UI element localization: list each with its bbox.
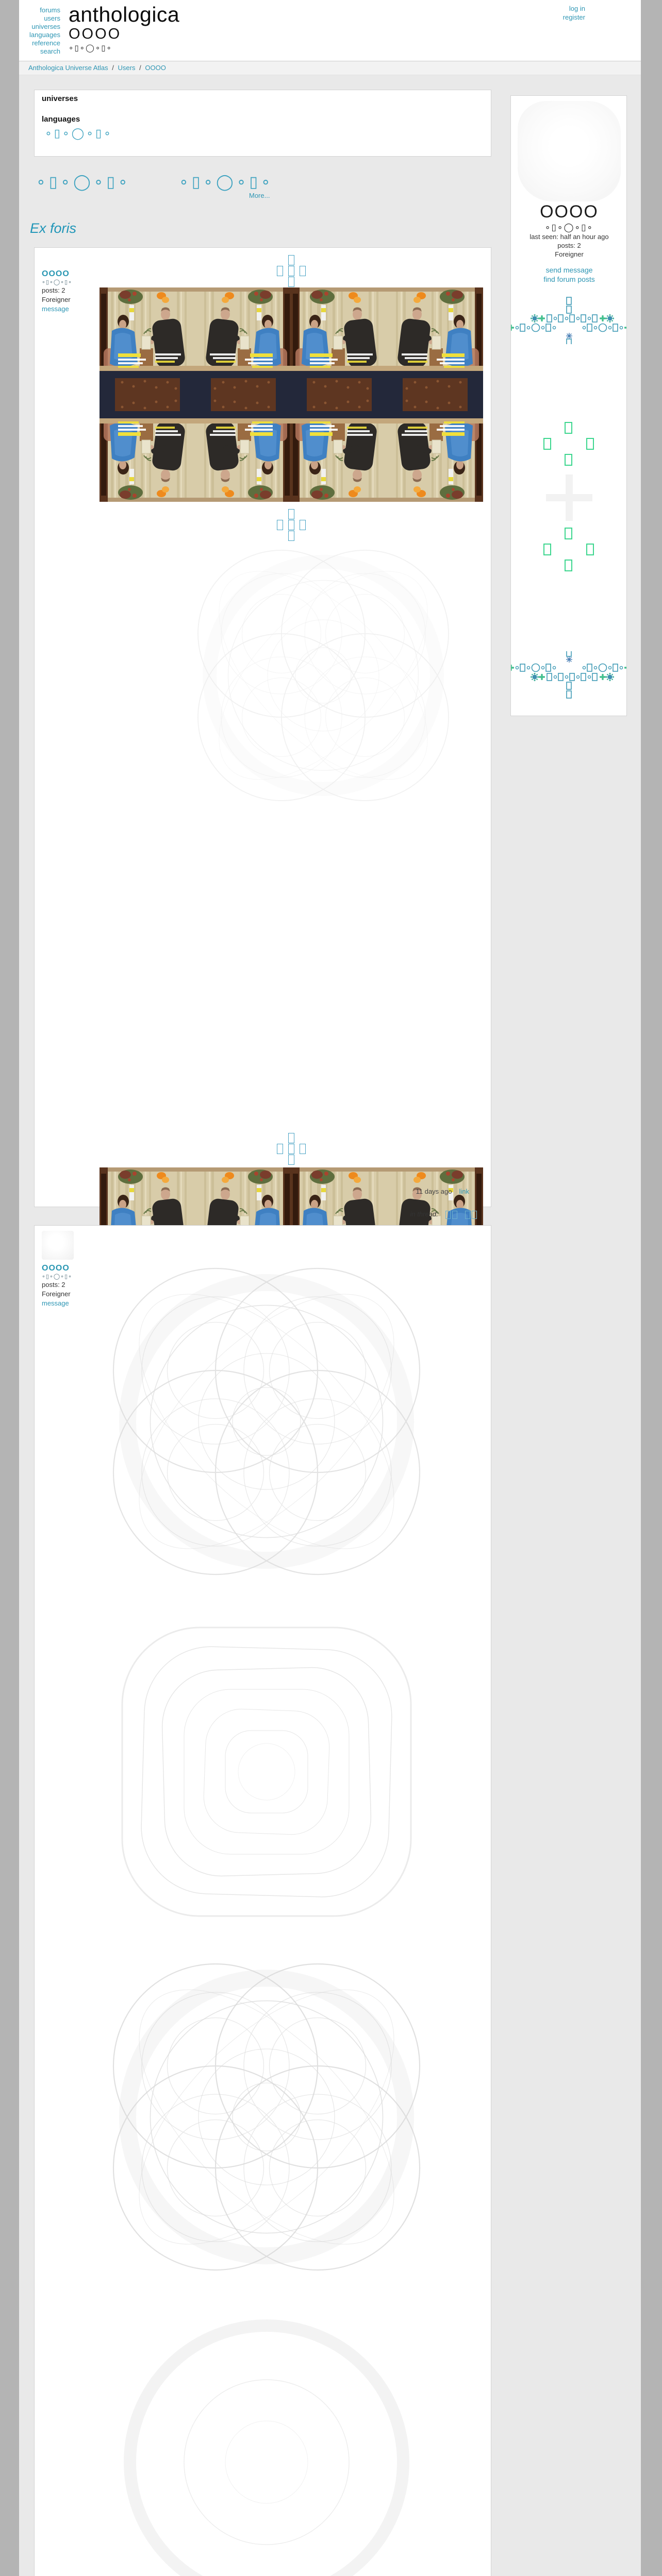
sidebar-last-seen: last seen: half an hour ago	[529, 233, 609, 241]
send-message-link[interactable]: send message	[511, 266, 626, 274]
ex-foris-post-panel: OOOO ∘▯∘◯∘▯∘ posts: 2 Foreigner message	[34, 247, 491, 1420]
site-logo[interactable]: anthologica OOOO ∘▯∘◯∘▯∘	[69, 3, 179, 53]
work-glyph-link-left[interactable]: ∘▯∘◯∘▯∘	[36, 173, 131, 191]
faint-fractal-image	[112, 2308, 421, 2576]
main-nav: forums users universes languages referen…	[19, 6, 60, 56]
author-name-link[interactable]: OOOO	[42, 269, 98, 279]
site-header: forums users universes languages referen…	[19, 0, 641, 61]
script-quincunx	[276, 1133, 306, 1165]
author-message-link[interactable]: message	[42, 1299, 98, 1308]
post-meta-row: 11 days ago link	[416, 1188, 469, 1195]
auth-links: log in register	[563, 4, 585, 22]
author-name-link[interactable]: OOOO	[42, 1264, 98, 1273]
author-post-count: posts: 2	[42, 286, 65, 294]
sidebar-rank: Foreigner	[555, 250, 584, 258]
languages-heading: languages	[42, 115, 80, 124]
breadcrumb-separator: /	[139, 64, 141, 72]
faint-fractal-image	[96, 1251, 437, 1591]
user-sidebar: OOOO ∘▯∘◯∘▯∘ last seen: half an hour ago…	[510, 95, 627, 716]
breadcrumb-user-link[interactable]: OOOO	[145, 64, 166, 72]
breadcrumb-separator: /	[112, 64, 114, 72]
author-avatar	[42, 1231, 74, 1260]
register-link[interactable]: register	[563, 13, 585, 22]
sidebar-post-count: posts: 2	[557, 242, 581, 249]
content-wrapper: forums users universes languages referen…	[19, 0, 641, 2576]
breadcrumb-site-link[interactable]: Anthologica Universe Atlas	[28, 64, 108, 72]
post-author-block: OOOO ∘▯∘◯∘▯∘ posts: 2 Foreigner message	[42, 1231, 98, 1308]
green-script-pattern	[541, 422, 598, 466]
script-ornament-top	[511, 297, 626, 344]
sidebar-user-glyphs: ∘▯∘◯∘▯∘	[544, 223, 594, 233]
script-ornament-bottom	[511, 651, 626, 699]
nav-item-universes[interactable]: universes	[19, 23, 60, 31]
nav-item-reference[interactable]: reference	[19, 39, 60, 47]
post-author-block: OOOO ∘▯∘◯∘▯∘ posts: 2 Foreigner message	[42, 269, 98, 314]
author-message-link[interactable]: message	[42, 304, 98, 314]
logo-wordmark[interactable]: anthologica	[69, 3, 179, 26]
breadcrumb: Anthologica Universe Atlas / Users / OOO…	[19, 61, 641, 75]
breadcrumb-users-link[interactable]: Users	[118, 64, 136, 72]
nav-item-search[interactable]: search	[19, 47, 60, 56]
user-avatar	[518, 101, 621, 201]
post-timestamp: 11 days ago	[416, 1188, 452, 1195]
profile-lists-panel: universes languages ∘▯∘◯∘▯∘	[34, 90, 491, 157]
nav-item-forums[interactable]: forums	[19, 6, 60, 14]
nav-item-languages[interactable]: languages	[19, 31, 60, 39]
page: forums users universes languages referen…	[0, 0, 662, 2576]
thread-title-glyph-link[interactable]	[444, 1210, 458, 1219]
thread-post-panel: OOOO ∘▯∘◯∘▯∘ posts: 2 Foreigner message	[34, 1225, 491, 2576]
sidebar-user-name: OOOO	[540, 202, 599, 222]
author-rank: Foreigner	[42, 1290, 71, 1298]
author-script-glyphs: ∘▯∘◯∘▯∘	[42, 1273, 72, 1280]
find-forum-posts-link[interactable]: find forum posts	[511, 275, 626, 283]
more-link[interactable]: More...	[249, 192, 270, 199]
work-glyph-link-right[interactable]: ∘▯∘◯∘▯∘	[179, 173, 274, 191]
ex-foris-heading: Ex foris	[30, 221, 77, 236]
faint-fractal-image	[184, 536, 462, 815]
faint-fractal-image	[121, 1626, 412, 1917]
logo-script-glyphs: ∘▯∘◯∘▯∘	[69, 43, 112, 53]
nav-item-users[interactable]: users	[19, 14, 60, 23]
post-permalink[interactable]: link	[459, 1188, 469, 1195]
post-kaleidoscope-image	[100, 287, 483, 502]
author-rank: Foreigner	[42, 296, 71, 303]
green-script-pattern	[541, 528, 598, 571]
script-quincunx	[276, 255, 306, 287]
language-glyph-link[interactable]: ∘▯∘◯∘▯∘	[45, 127, 113, 140]
universes-heading: universes	[42, 94, 78, 103]
faint-fractal-image	[96, 1947, 437, 2287]
faint-cross-image	[546, 474, 592, 521]
author-script-glyphs: ∘▯∘◯∘▯∘	[42, 279, 72, 285]
login-link[interactable]: log in	[563, 4, 585, 13]
logo-subtitle: OOOO	[69, 26, 122, 42]
in-thread-bar: in thread:	[34, 1210, 477, 1219]
thread-title-glyph-link[interactable]	[464, 1210, 477, 1219]
author-post-count: posts: 2	[42, 1281, 65, 1289]
in-thread-label: in thread:	[410, 1210, 438, 1218]
